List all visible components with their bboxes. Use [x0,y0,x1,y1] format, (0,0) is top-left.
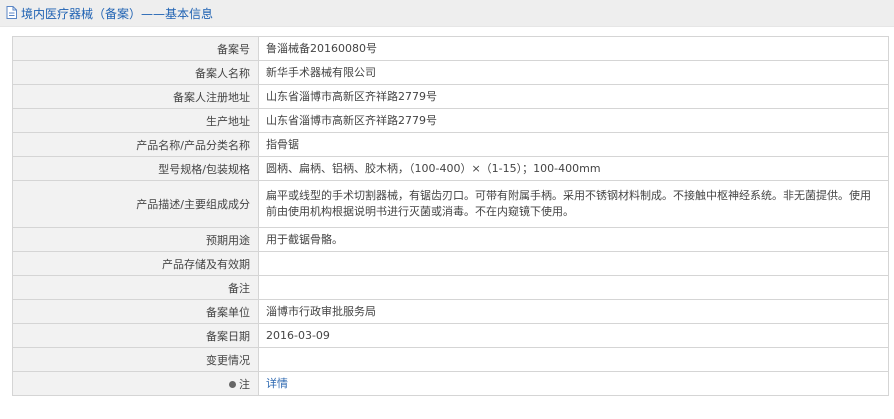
field-label: 备注 [12,275,259,300]
row-production-address: 生产地址 山东省淄博市高新区齐祥路2779号 [12,108,889,133]
field-label: 产品存储及有效期 [12,251,259,276]
note-label: 注 [239,377,250,391]
field-value [258,275,889,300]
row-model-spec: 型号规格/包装规格 圆柄、扁柄、铝柄、胶木柄，（100-400）×（1-15）；… [12,156,889,181]
note-label-cell: 注 [12,371,259,396]
field-label: 型号规格/包装规格 [12,156,259,181]
field-label: 产品描述/主要组成成分 [12,180,259,228]
page-header: 境内医疗器械（备案）——基本信息 [0,0,894,27]
field-label: 备案号 [12,36,259,61]
field-label: 备案日期 [12,323,259,348]
row-filing-number: 备案号 鲁淄械备20160080号 [12,36,889,61]
field-value: 山东省淄博市高新区齐祥路2779号 [258,84,889,109]
field-label: 产品名称/产品分类名称 [12,132,259,157]
field-value: 淄博市行政审批服务局 [258,299,889,324]
field-value: 鲁淄械备20160080号 [258,36,889,61]
row-filing-unit: 备案单位 淄博市行政审批服务局 [12,299,889,324]
field-label: 预期用途 [12,227,259,252]
field-value: 圆柄、扁柄、铝柄、胶木柄，（100-400）×（1-15）；100-400mm [258,156,889,181]
row-filer-name: 备案人名称 新华手术器械有限公司 [12,60,889,85]
info-container: 备案号 鲁淄械备20160080号 备案人名称 新华手术器械有限公司 备案人注册… [0,27,894,396]
page-title: 境内医疗器械（备案）——基本信息 [21,6,214,21]
row-filer-address: 备案人注册地址 山东省淄博市高新区齐祥路2779号 [12,84,889,109]
field-value [258,347,889,372]
row-intended-use: 预期用途 用于截锯骨骼。 [12,227,889,252]
details-link[interactable]: 详情 [266,377,288,390]
row-note: 注 详情 [12,371,889,396]
field-value: 用于截锯骨骼。 [258,227,889,252]
row-change-status: 变更情况 [12,347,889,372]
row-remarks: 备注 [12,275,889,300]
row-filing-date: 备案日期 2016-03-09 [12,323,889,348]
field-label: 生产地址 [12,108,259,133]
info-table: 备案号 鲁淄械备20160080号 备案人名称 新华手术器械有限公司 备案人注册… [12,36,889,396]
field-label: 备案人名称 [12,60,259,85]
field-label: 变更情况 [12,347,259,372]
row-product-description: 产品描述/主要组成成分 扁平或线型的手术切割器械，有锯齿刃口。可带有附属手柄。采… [12,180,889,228]
field-value [258,251,889,276]
field-label: 备案人注册地址 [12,84,259,109]
note-value-cell: 详情 [258,371,889,396]
location-icon [229,381,236,388]
document-icon [6,6,18,20]
row-storage-validity: 产品存储及有效期 [12,251,889,276]
field-value: 扁平或线型的手术切割器械，有锯齿刃口。可带有附属手柄。采用不锈钢材料制成。不接触… [258,180,889,228]
field-value: 新华手术器械有限公司 [258,60,889,85]
field-value: 2016-03-09 [258,323,889,348]
field-value: 指骨锯 [258,132,889,157]
field-label: 备案单位 [12,299,259,324]
field-value: 山东省淄博市高新区齐祥路2779号 [258,108,889,133]
row-product-name: 产品名称/产品分类名称 指骨锯 [12,132,889,157]
